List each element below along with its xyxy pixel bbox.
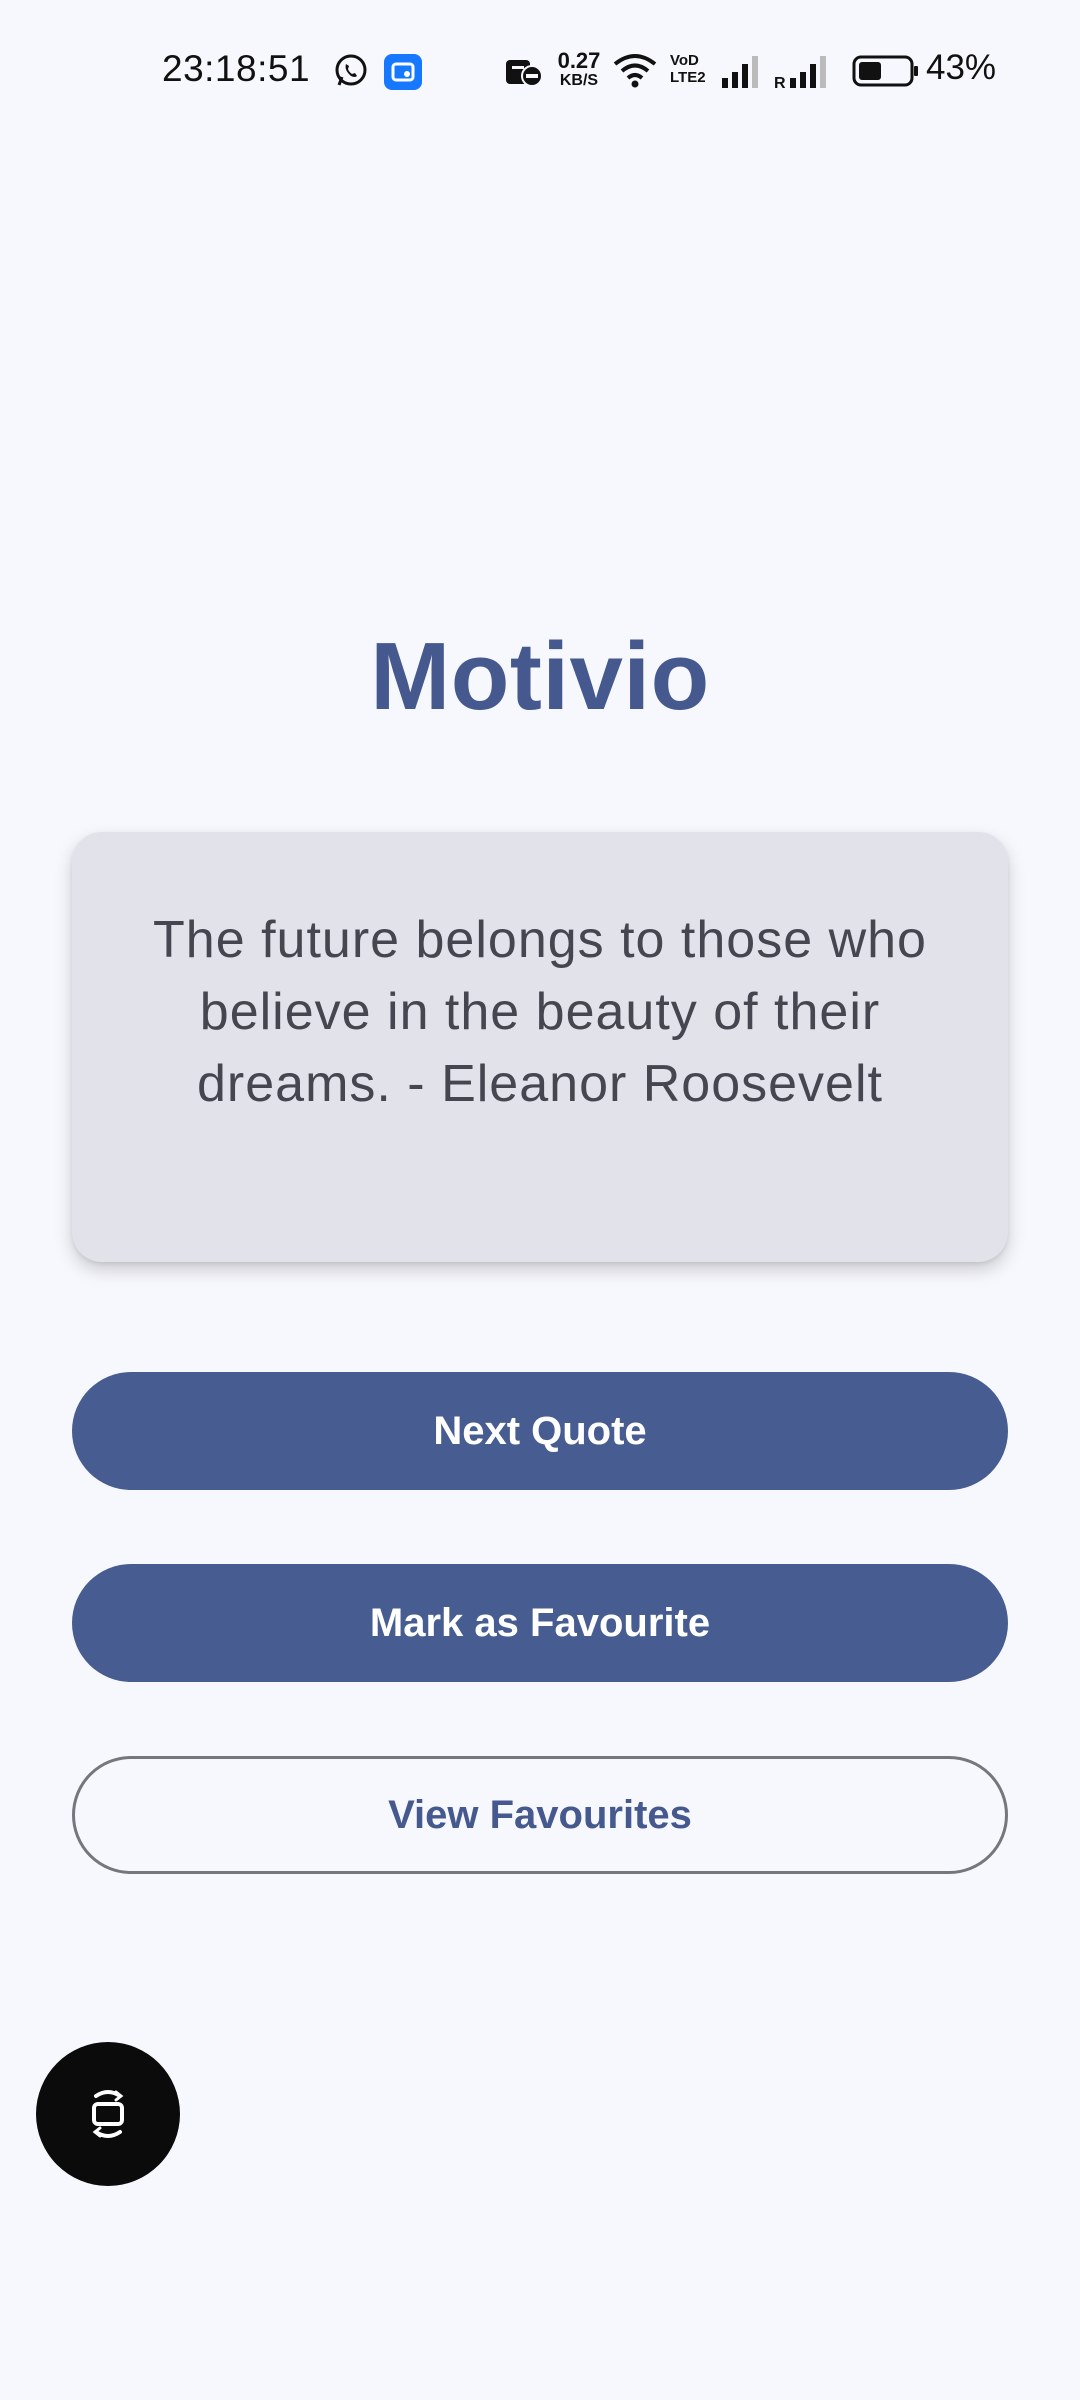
screen-rotate-icon <box>92 2090 124 2138</box>
volte-line2: LTE2 <box>670 69 706 86</box>
next-quote-label: Next Quote <box>433 1408 647 1453</box>
do-not-disturb-icon <box>506 60 543 87</box>
volte-icon: VoD LTE2 <box>670 52 710 86</box>
floating-screen-rotate-button[interactable] <box>36 2042 180 2186</box>
roaming-signal-icon: R <box>774 56 826 90</box>
mark-favourite-label: Mark as Favourite <box>369 1600 711 1645</box>
wifi-icon <box>613 54 657 88</box>
signal-icon <box>722 56 758 88</box>
svg-text:R: R <box>774 75 786 90</box>
quote-card: The future belongs to those who believe … <box>72 832 1008 1262</box>
status-time: 23:18:51 <box>162 48 311 89</box>
view-favourites-label: View Favourites <box>388 1792 692 1837</box>
mark-favourite-button[interactable]: Mark as Favourite <box>72 1564 1008 1682</box>
network-speed-value: 0.27 <box>557 48 601 73</box>
quote-text: The future belongs to those who believe … <box>153 911 927 1113</box>
next-quote-button[interactable]: Next Quote <box>72 1372 1008 1490</box>
app-notification-icon <box>384 54 422 90</box>
battery-icon <box>852 55 918 87</box>
whatsapp-icon <box>335 54 367 86</box>
view-favourites-button[interactable]: View Favourites <box>72 1756 1008 1874</box>
app-title: Motivio <box>370 623 710 730</box>
battery-percent: 43% <box>926 48 997 87</box>
network-speed-unit: KB/S <box>559 72 599 89</box>
volte-line1: VoD <box>670 52 699 69</box>
network-speed: 0.27 KB/S <box>554 50 604 89</box>
status-bar: 23:18:51 0.27 KB/S VoD LTE2 R 43% <box>0 0 1080 144</box>
